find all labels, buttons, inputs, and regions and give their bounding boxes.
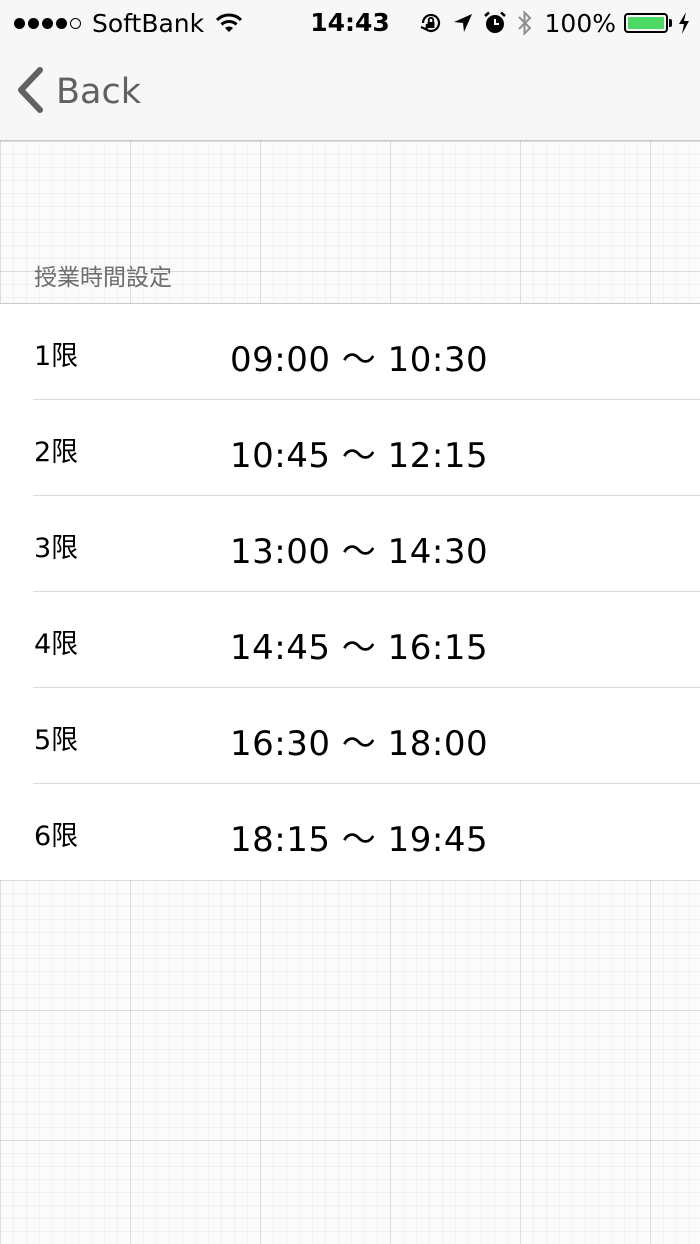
battery-percent: 100% (544, 8, 616, 38)
orientation-lock-icon (419, 11, 443, 35)
period-row-2[interactable]: 2限 10:45 〜 12:15 (0, 400, 700, 496)
chevron-left-icon (16, 67, 44, 117)
period-time: 16:30 〜 18:00 (230, 724, 489, 764)
back-label: Back (56, 72, 141, 112)
grouped-background-top: 授業時間設定 (0, 141, 700, 303)
period-label: 6限 (34, 821, 79, 852)
battery-tip (669, 19, 672, 27)
period-label: 1限 (34, 341, 79, 372)
battery-fill (628, 17, 664, 29)
period-time: 14:45 〜 16:15 (230, 628, 489, 668)
period-label: 2限 (34, 437, 79, 468)
navigation-bar: Back (0, 44, 700, 141)
period-time: 18:15 〜 19:45 (230, 820, 489, 860)
alarm-icon (483, 11, 507, 35)
status-bar: SoftBank 14:43 100% (0, 0, 700, 44)
period-time: 10:45 〜 12:15 (230, 436, 489, 476)
battery-icon (624, 13, 668, 33)
period-time: 13:00 〜 14:30 (230, 532, 489, 572)
period-row-5[interactable]: 5限 16:30 〜 18:00 (0, 688, 700, 784)
period-table: 1限 09:00 〜 10:30 2限 10:45 〜 12:15 3限 13:… (0, 303, 700, 881)
back-button[interactable]: Back (16, 67, 141, 117)
status-right: 100% (409, 6, 690, 40)
period-label: 4限 (34, 629, 79, 660)
period-row-3[interactable]: 3限 13:00 〜 14:30 (0, 496, 700, 592)
period-row-6[interactable]: 6限 18:15 〜 19:45 (0, 784, 700, 880)
period-time: 09:00 〜 10:30 (230, 340, 489, 380)
charging-bolt-icon (678, 12, 690, 34)
section-header: 授業時間設定 (34, 265, 172, 291)
bluetooth-icon (517, 10, 533, 36)
period-label: 5限 (34, 725, 79, 756)
grouped-background-bottom (0, 880, 700, 1244)
period-label: 3限 (34, 533, 79, 564)
period-row-4[interactable]: 4限 14:45 〜 16:15 (0, 592, 700, 688)
period-row-1[interactable]: 1限 09:00 〜 10:30 (0, 304, 700, 400)
location-arrow-icon (453, 13, 473, 33)
